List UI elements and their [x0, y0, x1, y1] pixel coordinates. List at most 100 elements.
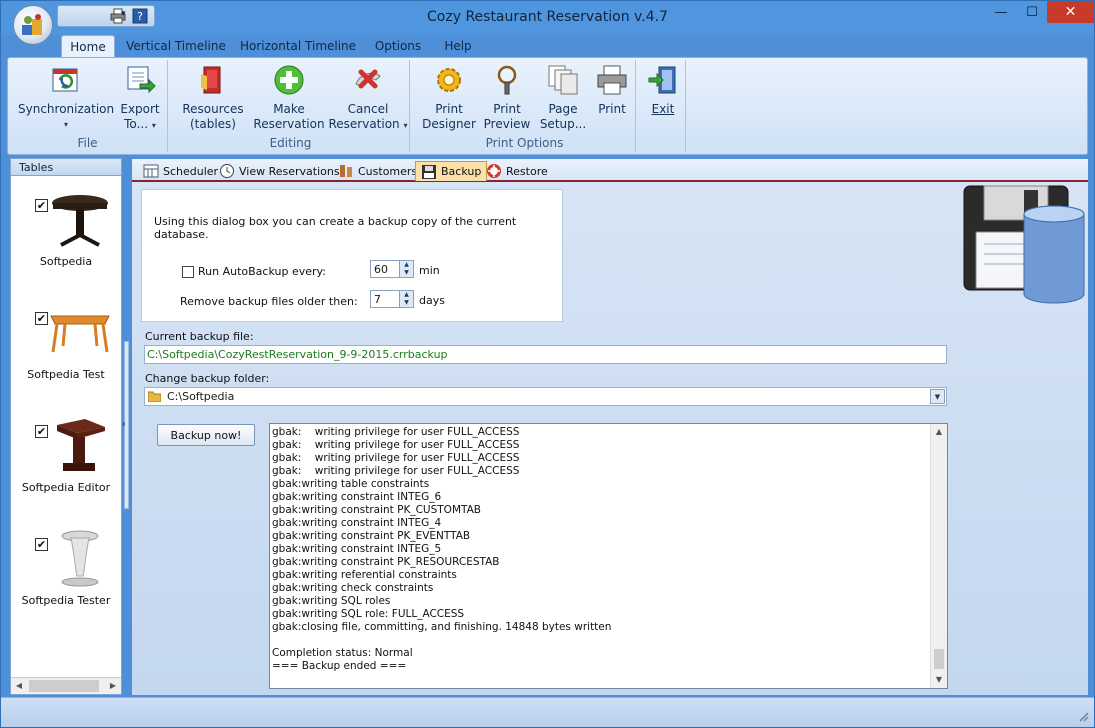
close-button[interactable]: ✕ — [1047, 1, 1094, 23]
backup-folder-combo[interactable]: C:\Softpedia ▼ — [144, 387, 947, 406]
resize-grip-icon[interactable] — [1078, 711, 1090, 723]
tab-view-reservations[interactable]: View Reservations — [214, 161, 345, 181]
ribbon-tabs: Home Vertical Timeline Horizontal Timeli… — [1, 35, 1094, 57]
application-menu-button[interactable] — [13, 5, 53, 45]
combo-dropdown-icon[interactable]: ▼ — [930, 389, 945, 404]
folder-icon — [148, 391, 161, 402]
resources-button[interactable]: Resources (tables) — [178, 64, 248, 132]
resources-icon — [201, 66, 221, 94]
print-preview-label-2: Preview — [483, 117, 531, 131]
print-preview-label-1: Print — [493, 102, 521, 116]
make-reservation-label-2: Reservation — [253, 117, 325, 131]
cancel-reservation-button[interactable]: Cancel Reservation ▾ — [328, 64, 408, 133]
tables-panel: Tables ✔ Softpedia ✔ Softpedia Test ✔ So… — [10, 158, 122, 695]
gear-icon — [437, 68, 461, 92]
tab-restore[interactable]: Restore — [481, 161, 553, 181]
autobackup-interval-value[interactable]: 60 — [374, 263, 388, 276]
current-backup-file-field[interactable]: C:\Softpedia\CozyRestReservation_9-9-201… — [144, 345, 947, 364]
tab-vertical-timeline[interactable]: Vertical Timeline — [123, 35, 229, 57]
synchronization-label: Synchronization — [18, 102, 115, 116]
remove-days-stepper[interactable]: 7 ▲ ▼ — [370, 290, 414, 308]
table-label: Softpedia — [39, 255, 93, 268]
scroll-thumb[interactable] — [934, 649, 944, 669]
scroll-down-icon[interactable]: ▼ — [931, 672, 947, 688]
table-checkbox[interactable]: ✔ — [35, 199, 48, 212]
table-checkbox[interactable]: ✔ — [35, 312, 48, 325]
tab-backup[interactable]: Backup — [415, 161, 488, 181]
print-preview-button[interactable]: Print Preview — [480, 64, 534, 132]
table-label: Softpedia Editor — [21, 481, 111, 494]
resources-label-2: (tables) — [189, 117, 236, 131]
scroll-thumb[interactable] — [29, 680, 99, 692]
export-icon — [127, 66, 156, 94]
table-item[interactable]: ✔ Softpedia Tester — [11, 528, 121, 638]
scroll-right-icon[interactable]: ▶ — [105, 678, 121, 694]
customers-icon — [340, 165, 352, 177]
exit-door-icon — [648, 66, 676, 94]
synchronization-button[interactable]: Synchronization ▾ — [18, 64, 114, 132]
spin-up-icon[interactable]: ▲ — [400, 261, 413, 269]
autobackup-checkbox[interactable] — [182, 265, 194, 278]
backup-log-lines: gbak: writing privilege for user FULL_AC… — [272, 426, 928, 673]
maximize-button[interactable]: ☐ — [1017, 1, 1047, 23]
log-line: gbak:closing file, committing, and finis… — [272, 621, 612, 633]
tab-customers[interactable]: Customers — [333, 161, 422, 181]
remove-days-spin-buttons[interactable]: ▲ ▼ — [399, 291, 413, 307]
log-line: gbak:writing constraint INTEG_6 — [272, 491, 442, 503]
group-print-options: Print Designer Print Preview Page Setup.… — [414, 60, 636, 152]
autobackup-spin-buttons[interactable]: ▲ ▼ — [399, 261, 413, 277]
log-line: gbak: writing privilege for user FULL_AC… — [272, 452, 520, 464]
make-reservation-button[interactable]: Make Reservation — [250, 64, 328, 132]
tab-scheduler[interactable]: Scheduler — [138, 161, 223, 181]
collapse-panel-icon[interactable]: ‹ — [122, 419, 126, 430]
tab-options[interactable]: Options — [367, 35, 429, 57]
table-label: Softpedia Test — [27, 368, 105, 381]
current-backup-file-label: Current backup file: — [145, 330, 254, 343]
backup-intro-text: Using this dialog box you can create a b… — [154, 215, 517, 241]
page-setup-button[interactable]: Page Setup... — [536, 64, 590, 132]
remove-days-value[interactable]: 7 — [374, 293, 381, 306]
minimize-button[interactable]: — — [985, 1, 1017, 23]
sync-icon — [52, 68, 78, 92]
table-item[interactable]: ✔ Softpedia Editor — [11, 415, 121, 525]
tab-horizontal-timeline[interactable]: Horizontal Timeline — [239, 35, 357, 57]
backup-log[interactable]: gbak: writing privilege for user FULL_AC… — [269, 423, 948, 689]
exit-button[interactable]: Exit — [644, 64, 682, 117]
group-editing-label: Editing — [269, 136, 312, 150]
group-exit: Exit — [640, 60, 686, 152]
table-item[interactable]: ✔ Softpedia — [11, 189, 121, 299]
group-file-label: File — [77, 136, 98, 150]
autobackup-unit: min — [419, 264, 440, 277]
table-item[interactable]: ✔ Softpedia Test — [11, 302, 121, 412]
spin-up-icon[interactable]: ▲ — [400, 291, 413, 299]
group-file: Synchronization ▾ Export To... ▾ File — [8, 60, 168, 152]
table-image — [61, 530, 99, 587]
backup-now-button[interactable]: Backup now! — [157, 424, 255, 446]
log-line: gbak:writing referential constraints — [272, 569, 457, 581]
print-button[interactable]: Print — [592, 64, 632, 117]
print-designer-button[interactable]: Print Designer — [420, 64, 478, 132]
scroll-up-icon[interactable]: ▲ — [931, 424, 947, 440]
table-checkbox[interactable]: ✔ — [35, 425, 48, 438]
log-line: === Backup ended === — [272, 660, 407, 672]
log-line: gbak:writing check constraints — [272, 582, 434, 594]
add-icon — [274, 65, 304, 95]
tab-help[interactable]: Help — [437, 35, 479, 57]
export-button[interactable]: Export To... ▾ — [114, 64, 166, 133]
scroll-left-icon[interactable]: ◀ — [11, 678, 27, 694]
view-tabs: Scheduler View Reservations Customers Ba… — [132, 159, 1088, 182]
backup-folder-value: C:\Softpedia — [167, 390, 235, 403]
tab-home[interactable]: Home — [61, 35, 115, 57]
autobackup-interval-stepper[interactable]: 60 ▲ ▼ — [370, 260, 414, 278]
scheduler-icon — [143, 164, 159, 178]
tables-horizontal-scrollbar[interactable]: ◀ ▶ — [11, 677, 121, 694]
spin-down-icon[interactable]: ▼ — [400, 299, 413, 307]
log-vertical-scrollbar[interactable]: ▲ ▼ — [930, 424, 947, 688]
backup-panel: Using this dialog box you can create a b… — [132, 184, 1088, 695]
cancel-icon — [355, 69, 381, 89]
table-checkbox[interactable]: ✔ — [35, 538, 48, 551]
panel-splitter[interactable]: ‹ — [122, 341, 130, 509]
app-window: ? ▾ Cozy Restaurant Reservation v.4.7 — … — [0, 0, 1095, 728]
printer-icon — [597, 65, 627, 95]
spin-down-icon[interactable]: ▼ — [400, 269, 413, 277]
